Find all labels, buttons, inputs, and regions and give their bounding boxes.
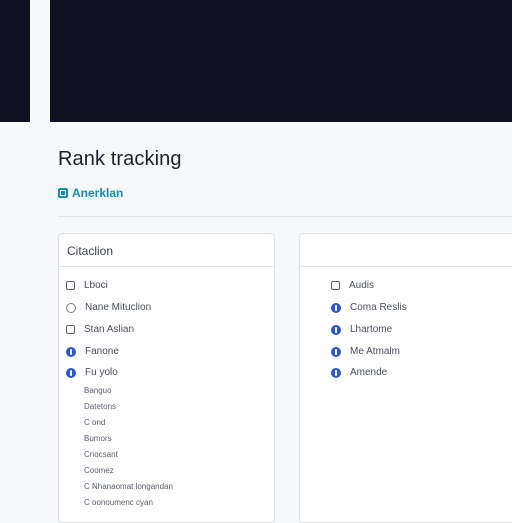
section-divider (58, 216, 512, 217)
sub-item[interactable]: Cnocsant (84, 450, 118, 459)
radio-unchecked-icon (66, 302, 76, 313)
option-label: Lhartome (350, 324, 393, 335)
card-header (300, 234, 512, 267)
sub-item[interactable]: Coomez (84, 466, 114, 475)
option-amende[interactable]: Amende (331, 367, 387, 378)
option-me-atmalm[interactable]: Me Atmalm (331, 346, 400, 357)
option-audis[interactable]: Audis (331, 280, 374, 291)
sub-item[interactable]: Datetons (84, 402, 116, 411)
option-label: Nane Mituclion (85, 302, 152, 313)
option-label: Me Atmalm (350, 346, 401, 357)
sub-item[interactable]: Bumors (84, 434, 112, 443)
checkbox-unchecked-icon (331, 281, 340, 290)
radio-checked-icon (331, 346, 341, 357)
sub-item[interactable]: C Nhanaomat longandan (84, 482, 173, 491)
option-lhartome[interactable]: Lhartome (331, 324, 392, 335)
option-fanone[interactable]: Fanone (66, 346, 119, 357)
sub-item[interactable]: C oonoumenc cyan (84, 498, 153, 507)
option-label: Audis (349, 280, 375, 291)
sub-item[interactable]: C ond (84, 418, 105, 427)
option-stan-aslian[interactable]: Stan Aslian (66, 324, 134, 335)
option-label: Stan Aslian (84, 324, 135, 335)
option-fu-yolo[interactable]: Fu yolo (66, 367, 118, 378)
filter-card-right (299, 233, 512, 523)
radio-checked-icon (331, 302, 341, 313)
option-label: Fanone (85, 346, 119, 357)
radio-checked-icon (331, 367, 341, 378)
option-label: Fu yolo (85, 367, 118, 378)
option-lboci[interactable]: Lboci (66, 280, 108, 291)
filter-card-left: Citaclion (58, 233, 275, 523)
option-nane-mituclion[interactable]: Nane Mituclion (66, 302, 151, 313)
checkbox-unchecked-icon (66, 281, 75, 290)
bookmark-icon (58, 188, 68, 198)
top-banner-gap (30, 0, 50, 122)
sub-item[interactable]: Banguo (84, 386, 112, 395)
breadcrumb-label: Anerklan (72, 186, 124, 200)
option-label: Amende (350, 367, 388, 378)
top-banner-left (0, 0, 30, 122)
radio-checked-icon (66, 346, 76, 357)
option-label: Lboci (84, 280, 108, 291)
card-header: Citaclion (59, 234, 274, 267)
top-banner (50, 0, 512, 122)
checkbox-unchecked-icon (66, 325, 75, 334)
card-title: Citaclion (67, 244, 114, 258)
option-label: Coma Reslis (350, 302, 407, 313)
radio-checked-icon (331, 324, 341, 335)
page-title: Rank tracking (58, 148, 182, 170)
radio-checked-icon (66, 367, 76, 378)
option-coma-reslis[interactable]: Coma Reslis (331, 302, 407, 313)
breadcrumb-link[interactable]: Anerklan (58, 186, 123, 200)
